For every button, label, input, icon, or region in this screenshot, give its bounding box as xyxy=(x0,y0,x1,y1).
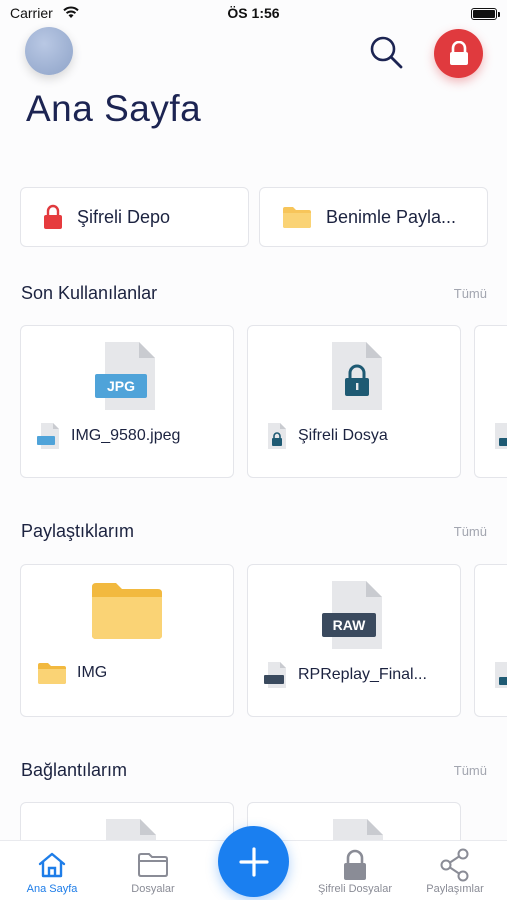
tab-label: Şifreli Dosyalar xyxy=(318,883,392,895)
vault-lock-button[interactable] xyxy=(434,29,483,78)
section-title-shared: Paylaştıklarım xyxy=(21,521,135,541)
locked-file-small-icon xyxy=(495,662,507,688)
red-lock-icon xyxy=(44,204,62,229)
home-icon xyxy=(37,849,67,881)
locked-file-small-icon xyxy=(495,423,507,449)
tab-shares[interactable]: Paylaşımlar xyxy=(405,841,505,900)
file-card[interactable]: Şifreli Dosya xyxy=(247,325,461,478)
file-card[interactable]: RAW RPReplay_Final... xyxy=(247,564,461,717)
tab-label: Dosyalar xyxy=(131,883,175,895)
status-bar: Carrier ÖS 1:56 xyxy=(0,0,507,28)
see-all-shared-link[interactable]: Tümü xyxy=(454,524,487,539)
jpg-file-icon: JPG xyxy=(21,340,233,412)
file-card[interactable]: JPG IMG_9580.jpeg xyxy=(20,325,234,478)
raw-file-icon: RAW xyxy=(248,579,460,651)
jpg-file-small-icon xyxy=(37,423,59,449)
file-type-badge: RAW xyxy=(333,617,366,633)
avatar[interactable] xyxy=(25,27,73,75)
plus-icon xyxy=(238,846,269,877)
file-card-partial[interactable] xyxy=(474,564,507,717)
page-title: Ana Sayfa xyxy=(26,88,202,129)
folder-card[interactable]: IMG xyxy=(20,564,234,717)
raw-file-small-icon xyxy=(264,662,286,688)
tab-encrypted-files[interactable]: Şifreli Dosyalar xyxy=(305,841,405,900)
quick-access-label: Şifreli Depo xyxy=(77,206,171,227)
tab-files[interactable]: Dosyalar xyxy=(103,841,203,900)
share-icon xyxy=(439,848,471,882)
search-button[interactable] xyxy=(366,33,406,73)
tab-home[interactable]: Ana Sayfa xyxy=(2,841,102,900)
locked-file-icon xyxy=(248,340,460,412)
see-all-recent-link[interactable]: Tümü xyxy=(454,286,487,301)
locked-file-small-icon xyxy=(268,423,286,449)
lock-icon xyxy=(342,849,368,881)
status-time: ÖS 1:56 xyxy=(227,5,280,21)
shared-with-me-shortcut[interactable]: Benimle Payla... xyxy=(259,187,488,247)
tab-label: Paylaşımlar xyxy=(426,883,484,895)
file-name: RPReplay_Final... xyxy=(298,666,427,683)
yellow-folder-icon xyxy=(283,207,311,228)
folder-small-icon xyxy=(38,663,66,684)
battery-icon xyxy=(471,8,500,20)
lock-icon xyxy=(449,40,468,65)
see-all-links-link[interactable]: Tümü xyxy=(454,763,487,778)
tab-label: Ana Sayfa xyxy=(26,883,78,895)
file-name: Şifreli Dosya xyxy=(298,427,388,444)
quick-access-label: Benimle Payla... xyxy=(326,206,457,227)
section-title-links: Bağlantılarım xyxy=(21,760,128,780)
file-name: IMG_9580.jpeg xyxy=(71,427,181,444)
search-icon xyxy=(370,36,403,69)
file-type-badge: JPG xyxy=(107,378,135,394)
folder-icon xyxy=(21,579,233,641)
encrypted-vault-shortcut[interactable]: Şifreli Depo xyxy=(20,187,249,247)
file-card-partial[interactable] xyxy=(474,325,507,478)
add-button[interactable] xyxy=(218,826,289,897)
file-name: IMG xyxy=(77,664,108,681)
folder-outline-icon xyxy=(137,849,169,881)
section-title-recent: Son Kullanılanlar xyxy=(21,283,158,303)
